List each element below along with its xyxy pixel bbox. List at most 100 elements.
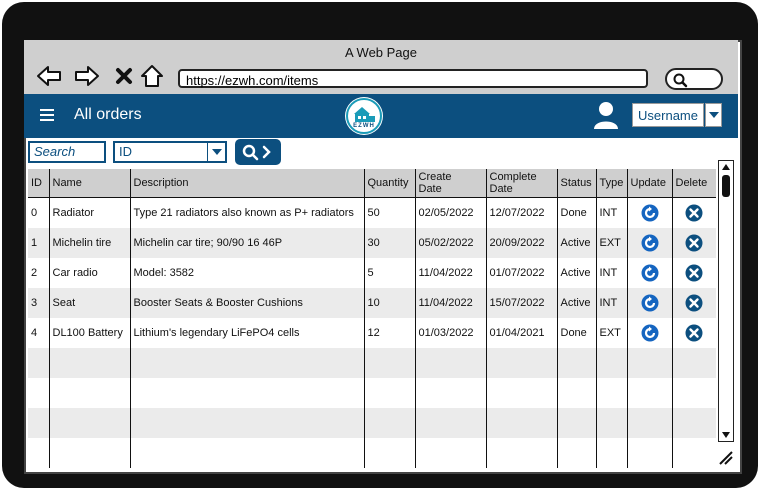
scrollbar-thumb[interactable] — [722, 175, 730, 197]
col-header-name[interactable]: Name — [48, 169, 130, 198]
resize-grip-icon[interactable] — [716, 448, 734, 466]
col-header-complete-date[interactable]: Complete Date — [485, 169, 557, 198]
logo-text: EZWH — [353, 123, 375, 129]
empty-cell — [556, 438, 596, 468]
window-title: A Web Page — [344, 45, 418, 60]
chevron-down-icon[interactable] — [207, 143, 225, 161]
cell-status: Done — [556, 197, 596, 228]
col-header-description[interactable]: Description — [129, 169, 364, 198]
delete-circle-icon[interactable] — [685, 294, 703, 312]
empty-cell — [671, 378, 716, 408]
cell-create-date: 05/02/2022 — [414, 228, 486, 258]
scroll-up-icon[interactable] — [720, 161, 732, 173]
col-header-quantity[interactable]: Quantity — [363, 169, 415, 198]
col-header-status[interactable]: Status — [556, 169, 596, 198]
empty-cell — [363, 378, 415, 408]
cell-id: 3 — [28, 288, 49, 318]
col-header-create-date[interactable]: Create Date — [414, 169, 486, 198]
table-row[interactable]: 0 Radiator Type 21 radiators also known as… — [28, 197, 716, 228]
table-scrollbar[interactable] — [718, 160, 734, 442]
empty-cell — [414, 408, 486, 438]
empty-table-row — [28, 378, 716, 408]
col-header-type[interactable]: Type — [595, 169, 627, 198]
cell-name: Seat — [48, 288, 130, 318]
user-icon[interactable] — [592, 100, 620, 135]
cell-type: INT — [595, 288, 627, 318]
cell-create-date: 11/04/2022 — [414, 258, 486, 288]
table-row[interactable]: 3 Seat Booster Seats & Booster Cushions 10 1… — [28, 288, 716, 318]
cell-description: Type 21 radiators also known as P+ radia… — [129, 197, 364, 228]
empty-cell — [556, 408, 596, 438]
scroll-down-icon[interactable] — [720, 429, 732, 441]
empty-cell — [556, 348, 596, 378]
empty-cell — [28, 408, 49, 438]
cell-update — [626, 318, 672, 348]
cell-complete-date: 20/09/2022 — [485, 228, 557, 258]
table-row[interactable]: 1 Michelin tire Michelin car tire; 90/90 1… — [28, 228, 716, 258]
cell-quantity: 5 — [363, 258, 415, 288]
chevron-down-icon[interactable] — [705, 103, 722, 127]
cell-update — [626, 258, 672, 288]
delete-circle-icon[interactable] — [685, 234, 703, 252]
empty-cell — [48, 438, 130, 468]
refresh-icon[interactable] — [641, 294, 659, 312]
filter-select-value: ID — [119, 144, 132, 159]
search-icon — [242, 144, 271, 161]
empty-cell — [363, 348, 415, 378]
table-row[interactable]: 4 DL100 Battery Lithium's legendary LiFePO… — [28, 318, 716, 348]
address-bar[interactable]: https://ezwh.com/items — [178, 69, 648, 88]
cell-update — [626, 228, 672, 258]
back-arrow-icon[interactable] — [36, 63, 62, 89]
refresh-icon[interactable] — [641, 204, 659, 222]
browser-chrome: A Web Page https://ezwh.com/items — [24, 40, 738, 95]
cell-type: INT — [595, 197, 627, 228]
empty-cell — [626, 408, 672, 438]
delete-circle-icon[interactable] — [685, 264, 703, 282]
search-input[interactable]: Search — [28, 141, 106, 163]
cell-delete — [671, 258, 716, 288]
home-icon[interactable] — [139, 63, 165, 89]
cell-description: Model: 3582 — [129, 258, 364, 288]
cell-name: Car radio — [48, 258, 130, 288]
empty-cell — [671, 438, 716, 468]
cell-id: 2 — [31, 267, 38, 279]
cell-type: EXT — [595, 228, 627, 258]
orders-table: ID Name Description Quantity Create Date… — [28, 169, 716, 468]
cell-status: Active — [556, 288, 596, 318]
cell-quantity: 50 — [363, 197, 415, 228]
cell-complete-date: 01/04/2021 — [485, 318, 557, 348]
table-row[interactable]: 2 Car radio Model: 3582 5 11/04/2022 01/07/20… — [28, 258, 716, 288]
browser-search-field[interactable] — [665, 68, 723, 90]
empty-cell — [28, 378, 49, 408]
cell-description: Booster Seats & Booster Cushions — [129, 288, 364, 318]
empty-cell — [414, 378, 486, 408]
cell-type: INT — [595, 258, 627, 288]
empty-cell — [626, 378, 672, 408]
table-header-row: ID Name Description Quantity Create Date… — [28, 169, 716, 198]
menu-icon[interactable] — [40, 108, 54, 127]
col-header-id[interactable]: ID — [28, 169, 49, 198]
cell-status: Active — [556, 228, 596, 258]
close-icon[interactable] — [111, 63, 137, 89]
username-dropdown[interactable]: Username — [632, 103, 704, 127]
cell-create-date: 02/05/2022 — [414, 197, 486, 228]
forward-arrow-icon[interactable] — [74, 63, 100, 89]
filter-select[interactable]: ID — [113, 141, 227, 163]
delete-circle-icon[interactable] — [685, 204, 703, 222]
cell-id: 4 — [31, 327, 38, 339]
cell-quantity: 10 — [363, 288, 415, 318]
refresh-icon[interactable] — [641, 234, 659, 252]
cell-complete-date: 15/07/2022 — [485, 288, 557, 318]
delete-circle-icon[interactable] — [685, 324, 703, 342]
app-logo: EZWH — [345, 97, 383, 135]
refresh-icon[interactable] — [641, 324, 659, 342]
cell-delete — [671, 197, 716, 228]
empty-cell — [671, 408, 716, 438]
search-button[interactable] — [235, 139, 281, 165]
table-body: 0 Radiator Type 21 radiators also known as… — [28, 197, 716, 468]
empty-cell — [28, 438, 49, 468]
empty-cell — [485, 378, 557, 408]
empty-cell — [129, 378, 364, 408]
empty-cell — [671, 348, 716, 378]
refresh-icon[interactable] — [641, 264, 659, 282]
